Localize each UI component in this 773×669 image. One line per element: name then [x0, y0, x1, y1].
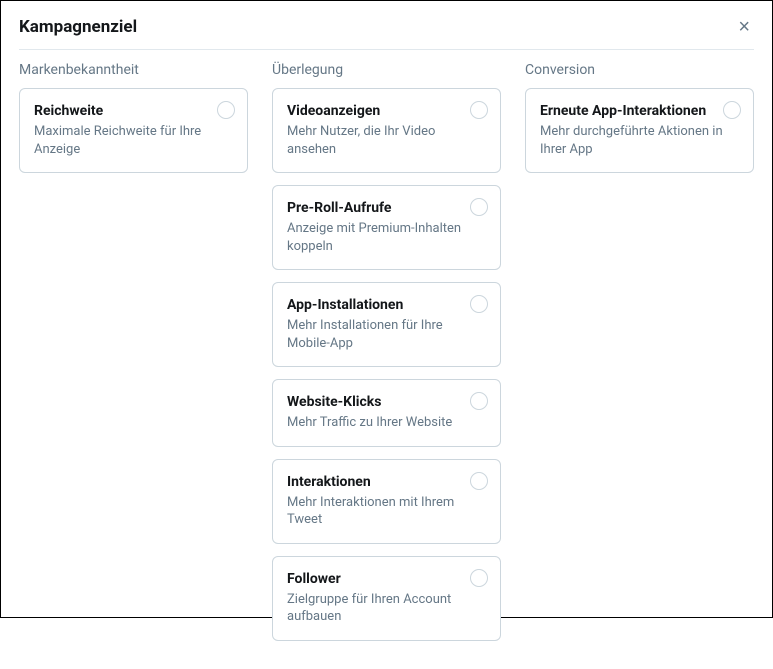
option-title: Follower	[287, 571, 486, 587]
radio-icon	[723, 101, 741, 119]
radio-icon	[470, 472, 488, 490]
option-desc: Maximale Reichweite für Ihre Anzeige	[34, 123, 233, 158]
option-app-reengagement[interactable]: Erneute App-Interaktionen Mehr durchgefü…	[525, 88, 754, 173]
radio-icon	[470, 569, 488, 587]
radio-icon	[470, 101, 488, 119]
column-awareness: Markenbekanntheit Reichweite Maximale Re…	[19, 62, 248, 653]
option-title: Interaktionen	[287, 474, 486, 490]
option-title: Reichweite	[34, 103, 233, 119]
dialog-header: Kampagnenziel ×	[19, 17, 754, 50]
option-desc: Mehr Interaktionen mit Ihrem Tweet	[287, 494, 486, 529]
option-desc: Zielgruppe für Ihren Account aufbauen	[287, 591, 486, 626]
option-desc: Anzeige mit Premium-Inhalten koppeln	[287, 220, 486, 255]
option-engagements[interactable]: Interaktionen Mehr Interaktionen mit Ihr…	[272, 459, 501, 544]
dialog-title: Kampagnenziel	[19, 17, 137, 37]
close-button[interactable]: ×	[734, 17, 754, 37]
column-conversion: Conversion Erneute App-Interaktionen Meh…	[525, 62, 754, 653]
option-video-views[interactable]: Videoanzeigen Mehr Nutzer, die Ihr Video…	[272, 88, 501, 173]
option-title: Erneute App-Interaktionen	[540, 103, 739, 119]
option-desc: Mehr Traffic zu Ihrer Website	[287, 414, 486, 432]
objective-columns: Markenbekanntheit Reichweite Maximale Re…	[19, 62, 754, 653]
option-title: App-Installationen	[287, 297, 486, 313]
option-title: Website-Klicks	[287, 394, 486, 410]
radio-icon	[470, 198, 488, 216]
radio-icon	[217, 101, 235, 119]
option-reach[interactable]: Reichweite Maximale Reichweite für Ihre …	[19, 88, 248, 173]
option-website-clicks[interactable]: Website-Klicks Mehr Traffic zu Ihrer Web…	[272, 379, 501, 447]
column-header-awareness: Markenbekanntheit	[19, 62, 248, 78]
close-icon: ×	[738, 16, 750, 38]
option-title: Pre-Roll-Aufrufe	[287, 200, 486, 216]
option-desc: Mehr Installationen für Ihre Mobile-App	[287, 317, 486, 352]
option-title: Videoanzeigen	[287, 103, 486, 119]
option-desc: Mehr durchgeführte Aktionen in Ihrer App	[540, 123, 739, 158]
option-desc: Mehr Nutzer, die Ihr Video ansehen	[287, 123, 486, 158]
option-app-installs[interactable]: App-Installationen Mehr Installationen f…	[272, 282, 501, 367]
column-consideration: Überlegung Videoanzeigen Mehr Nutzer, di…	[272, 62, 501, 653]
column-header-consideration: Überlegung	[272, 62, 501, 78]
option-followers[interactable]: Follower Zielgruppe für Ihren Account au…	[272, 556, 501, 641]
column-header-conversion: Conversion	[525, 62, 754, 78]
option-preroll-views[interactable]: Pre-Roll-Aufrufe Anzeige mit Premium-Inh…	[272, 185, 501, 270]
